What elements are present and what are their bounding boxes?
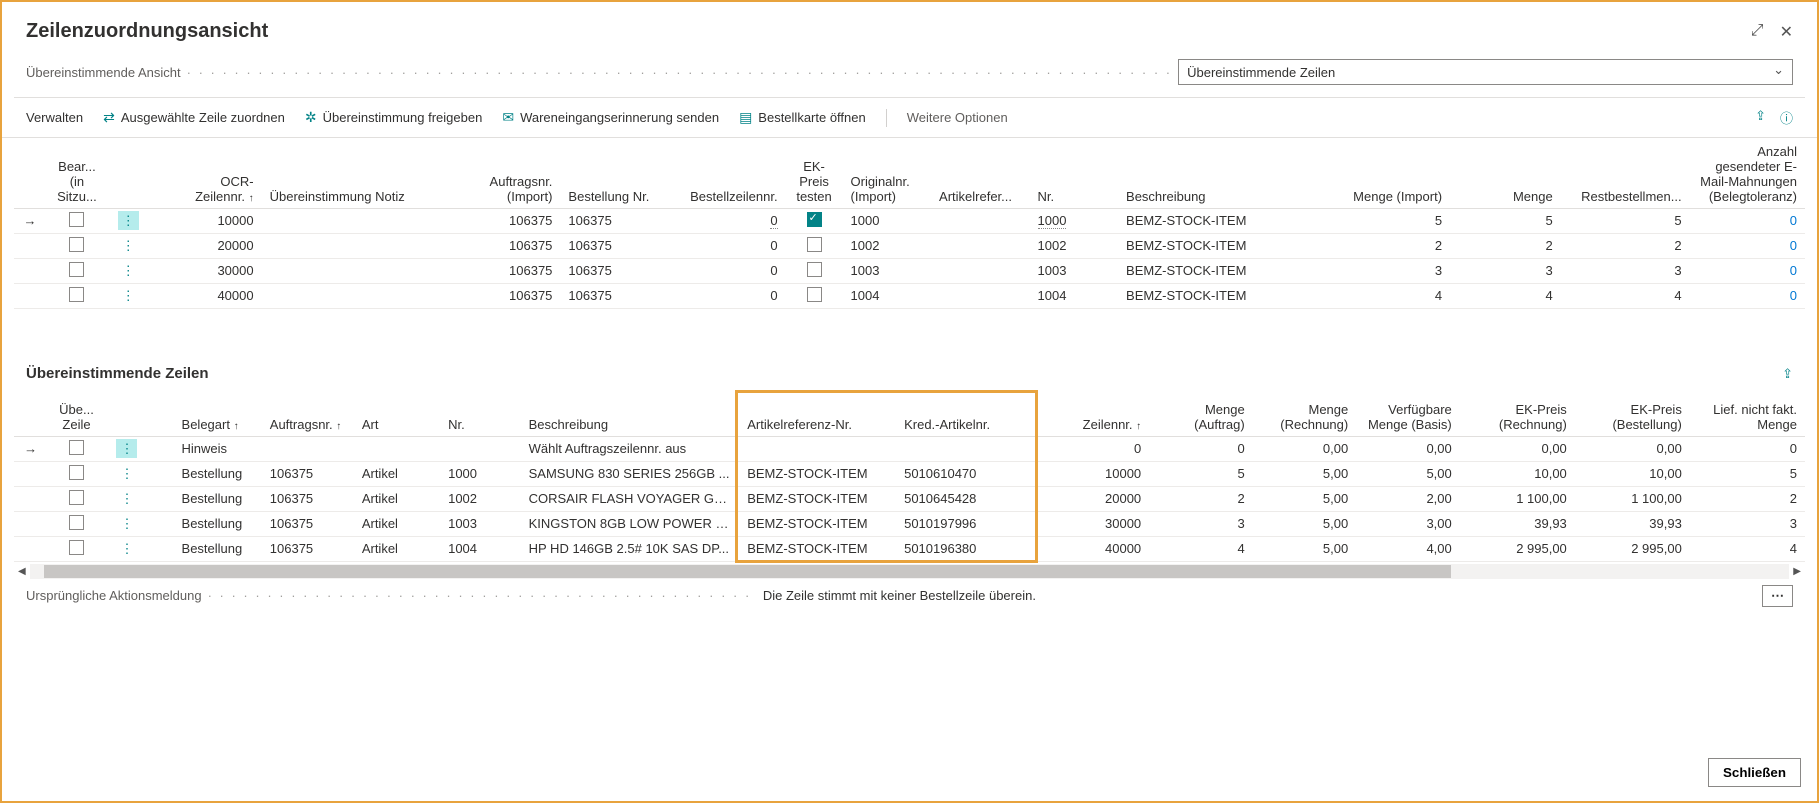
col-artikelref[interactable]: Artikelrefer...: [939, 189, 1012, 204]
weitere-optionen-button[interactable]: Weitere Optionen: [907, 110, 1008, 125]
row-checkbox[interactable]: [69, 262, 84, 277]
import-lines-grid: Bear... (in Sitzu... OCR-Zeilennr. ↑ Übe…: [14, 138, 1805, 333]
row-menu-icon[interactable]: ⋮: [118, 261, 139, 280]
table-row[interactable]: → ⋮ Hinweis Wählt Auftragszeilennr. aus …: [14, 436, 1805, 461]
col-restbestell[interactable]: Restbestellmen...: [1581, 189, 1681, 204]
assign-icon: ⇄: [103, 109, 115, 126]
release-icon: ✲: [305, 109, 317, 126]
row-checkbox[interactable]: [69, 440, 84, 455]
col2-menge-rechnung[interactable]: Menge (Rechnung): [1280, 402, 1348, 432]
zuordnen-button[interactable]: ⇄Ausgewählte Zeile zuordnen: [103, 109, 285, 126]
share-icon[interactable]: ⇪: [1755, 108, 1766, 127]
schliessen-button[interactable]: Schließen: [1708, 758, 1801, 787]
col2-ek-rechnung[interactable]: EK-Preis (Rechnung): [1499, 402, 1567, 432]
col-bear[interactable]: Bear... (in Sitzu...: [57, 159, 97, 204]
col-bestellzeile[interactable]: Bestellzeilennr.: [690, 189, 777, 204]
col-ekpreis[interactable]: EK-Preis testen: [796, 159, 831, 204]
more-button[interactable]: ⋯: [1762, 585, 1793, 607]
table-row[interactable]: ⋮ Bestellung 106375 Artikel 1002 CORSAIR…: [14, 486, 1805, 511]
ek-preis-checkbox[interactable]: [807, 262, 822, 277]
col-notiz[interactable]: Übereinstimmung Notiz: [270, 189, 405, 204]
row-menu-icon[interactable]: ⋮: [118, 211, 139, 230]
row-checkbox[interactable]: [69, 490, 84, 505]
freigeben-button[interactable]: ✲Übereinstimmung freigeben: [305, 109, 482, 126]
footer-label: Ursprüngliche Aktionsmeldung: [26, 588, 202, 603]
row-checkbox[interactable]: [69, 287, 84, 302]
col2-uebe[interactable]: Übe... Zeile: [59, 402, 94, 432]
table-row[interactable]: ⋮ Bestellung 106375 Artikel 1000 SAMSUNG…: [14, 461, 1805, 486]
col2-auftragsnr[interactable]: Auftragsnr. ↑: [270, 417, 342, 432]
separator: [886, 109, 887, 127]
col-nr[interactable]: Nr.: [1038, 189, 1055, 204]
ek-preis-checkbox[interactable]: [807, 287, 822, 302]
col-menge[interactable]: Menge: [1513, 189, 1553, 204]
col2-ek-bestellung[interactable]: EK-Preis (Bestellung): [1612, 402, 1681, 432]
col2-beschreibung[interactable]: Beschreibung: [529, 417, 609, 432]
row-checkbox[interactable]: [69, 212, 84, 227]
col2-art[interactable]: Art: [362, 417, 379, 432]
open-icon: ▤: [739, 109, 752, 126]
row-menu-icon[interactable]: ⋮: [116, 489, 137, 508]
erinnerung-button[interactable]: ✉Wareneingangserinnerung senden: [502, 109, 719, 126]
row-checkbox[interactable]: [69, 540, 84, 555]
matching-lines-grid: Übe... Zeile Belegart ↑ Auftragsnr. ↑ Ar…: [14, 392, 1805, 562]
col2-belegart[interactable]: Belegart ↑: [182, 417, 239, 432]
col2-verfuegbar[interactable]: Verfügbare Menge (Basis): [1368, 402, 1452, 432]
dotted-separator-footer: · · · · · · · · · · · · · · · · · · · · …: [208, 588, 757, 603]
col2-zeilennr[interactable]: Zeilennr. ↑: [1083, 417, 1142, 432]
col2-lief[interactable]: Lief. nicht fakt. Menge: [1713, 402, 1797, 432]
col2-kred[interactable]: Kred.-Artikelnr.: [904, 417, 990, 432]
row-menu-icon[interactable]: ⋮: [116, 439, 137, 458]
collapse-icon[interactable]: ⤢: [1751, 22, 1764, 42]
horizontal-scrollbar[interactable]: [30, 564, 1790, 579]
share-section-icon[interactable]: ⇪: [1782, 366, 1793, 382]
reminder-icon: ✉: [502, 109, 514, 126]
col-beschreibung[interactable]: Beschreibung: [1126, 189, 1206, 204]
row-menu-icon[interactable]: ⋮: [118, 236, 139, 255]
scroll-left-icon[interactable]: ◀: [14, 566, 30, 577]
col-originalnr[interactable]: Originalnr. (Import): [851, 174, 910, 204]
row-menu-icon[interactable]: ⋮: [116, 539, 137, 558]
col-auftragsnr[interactable]: Auftragsnr. (Import): [490, 174, 553, 204]
col2-menge-auftrag[interactable]: Menge (Auftrag): [1194, 402, 1245, 432]
footer-message: Die Zeile stimmt mit keiner Bestellzeile…: [763, 588, 1036, 603]
scroll-right-icon[interactable]: ▶: [1789, 566, 1805, 577]
col-mahnungen[interactable]: Anzahl gesendeter E-Mail-Mahnungen (Bele…: [1700, 144, 1797, 204]
verwalten-button[interactable]: Verwalten: [26, 110, 83, 125]
table-row[interactable]: ⋮ 40000 106375 106375 0 1004 1004 BEMZ-S…: [14, 283, 1805, 308]
matching-lines-title: Übereinstimmende Zeilen: [26, 365, 209, 382]
dotted-separator: · · · · · · · · · · · · · · · · · · · · …: [187, 65, 1172, 80]
matching-view-select[interactable]: Übereinstimmende Zeilen: [1178, 59, 1793, 85]
ek-preis-checkbox[interactable]: [807, 237, 822, 252]
table-row[interactable]: → ⋮ 10000 106375 106375 0 1000 1000 BEMZ…: [14, 208, 1805, 233]
filter-select-value: Übereinstimmende Zeilen: [1187, 65, 1335, 80]
table-row[interactable]: ⋮ Bestellung 106375 Artikel 1004 HP HD 1…: [14, 536, 1805, 561]
col-bestellung[interactable]: Bestellung Nr.: [568, 189, 649, 204]
col-ocr[interactable]: OCR-Zeilennr. ↑: [195, 174, 254, 204]
row-checkbox[interactable]: [69, 237, 84, 252]
table-row[interactable]: ⋮ 30000 106375 106375 0 1003 1003 BEMZ-S…: [14, 258, 1805, 283]
filter-label: Übereinstimmende Ansicht: [26, 65, 181, 80]
col2-nr[interactable]: Nr.: [448, 417, 465, 432]
oeffnen-button[interactable]: ▤Bestellkarte öffnen: [739, 109, 866, 126]
row-menu-icon[interactable]: ⋮: [116, 514, 137, 533]
action-bar: Verwalten ⇄Ausgewählte Zeile zuordnen ✲Ü…: [2, 98, 1817, 138]
row-checkbox[interactable]: [69, 515, 84, 530]
info-icon[interactable]: ⓘ: [1780, 108, 1793, 127]
row-menu-icon[interactable]: ⋮: [116, 464, 137, 483]
table-row[interactable]: ⋮ 20000 106375 106375 0 1002 1002 BEMZ-S…: [14, 233, 1805, 258]
col2-artikelref[interactable]: Artikelreferenz-Nr.: [747, 417, 852, 432]
row-menu-icon[interactable]: ⋮: [118, 286, 139, 305]
table-row[interactable]: ⋮ Bestellung 106375 Artikel 1003 KINGSTO…: [14, 511, 1805, 536]
page-title: Zeilenzuordnungsansicht: [26, 20, 268, 43]
ek-preis-checkbox[interactable]: [807, 212, 822, 227]
col-menge-import[interactable]: Menge (Import): [1353, 189, 1442, 204]
close-icon[interactable]: ✕: [1780, 22, 1793, 42]
row-checkbox[interactable]: [69, 465, 84, 480]
